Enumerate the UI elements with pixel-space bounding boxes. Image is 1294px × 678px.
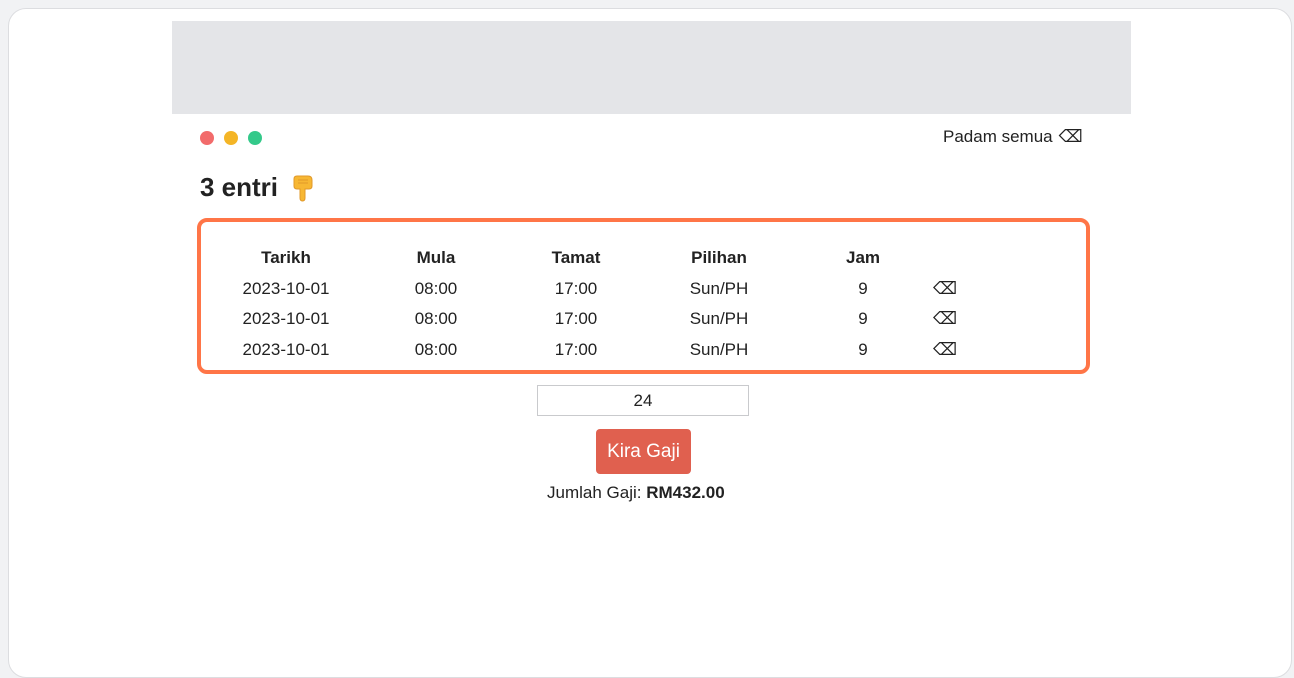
- row-hours: 9: [858, 309, 868, 328]
- row-date: 2023-10-01: [242, 279, 330, 298]
- page-title: 3 entri: [200, 172, 318, 203]
- row-option: Sun/PH: [689, 309, 749, 328]
- column-header-date: Tarikh: [261, 248, 311, 267]
- clear-all-button[interactable]: Padam semua ⌫: [943, 127, 1083, 147]
- row-hours: 9: [858, 279, 868, 298]
- row-date: 2023-10-01: [242, 340, 330, 359]
- window-controls: [200, 131, 262, 145]
- row-end: 17:00: [554, 309, 598, 328]
- close-dot-icon: [200, 131, 214, 145]
- column-header-hours: Jam: [845, 248, 881, 267]
- hourly-rate-input[interactable]: [537, 385, 749, 416]
- row-end: 17:00: [554, 340, 598, 359]
- row-hours: 9: [858, 340, 868, 359]
- delete-row-icon[interactable]: ⌫: [930, 340, 960, 360]
- total-salary-value: RM432.00: [646, 483, 725, 502]
- top-banner: [172, 21, 1131, 114]
- row-start: 08:00: [414, 279, 458, 298]
- row-end: 17:00: [554, 279, 598, 298]
- column-header-option: Pilihan: [691, 248, 747, 267]
- backspace-icon: ⌫: [1058, 127, 1083, 146]
- row-date: 2023-10-01: [242, 309, 330, 328]
- column-header-start: Mula: [416, 248, 456, 267]
- row-option: Sun/PH: [689, 279, 749, 298]
- entries-table: Tarikh Mula Tamat Pilihan Jam 2023-10-01…: [197, 218, 1090, 374]
- clear-all-label: Padam semua: [943, 127, 1053, 146]
- delete-row-icon[interactable]: ⌫: [930, 279, 960, 299]
- row-start: 08:00: [414, 340, 458, 359]
- row-start: 08:00: [414, 309, 458, 328]
- column-header-end: Tamat: [551, 248, 601, 267]
- backhand-index-pointing-down-icon: [293, 175, 313, 202]
- entry-count-title: 3 entri: [200, 172, 279, 202]
- delete-row-icon[interactable]: ⌫: [930, 309, 960, 329]
- maximize-dot-icon: [248, 131, 262, 145]
- row-option: Sun/PH: [689, 340, 749, 359]
- total-salary: Jumlah Gaji: RM432.00: [547, 483, 725, 503]
- total-salary-label: Jumlah Gaji:: [547, 483, 642, 502]
- calculate-salary-button[interactable]: Kira Gaji: [596, 429, 691, 474]
- minimize-dot-icon: [224, 131, 238, 145]
